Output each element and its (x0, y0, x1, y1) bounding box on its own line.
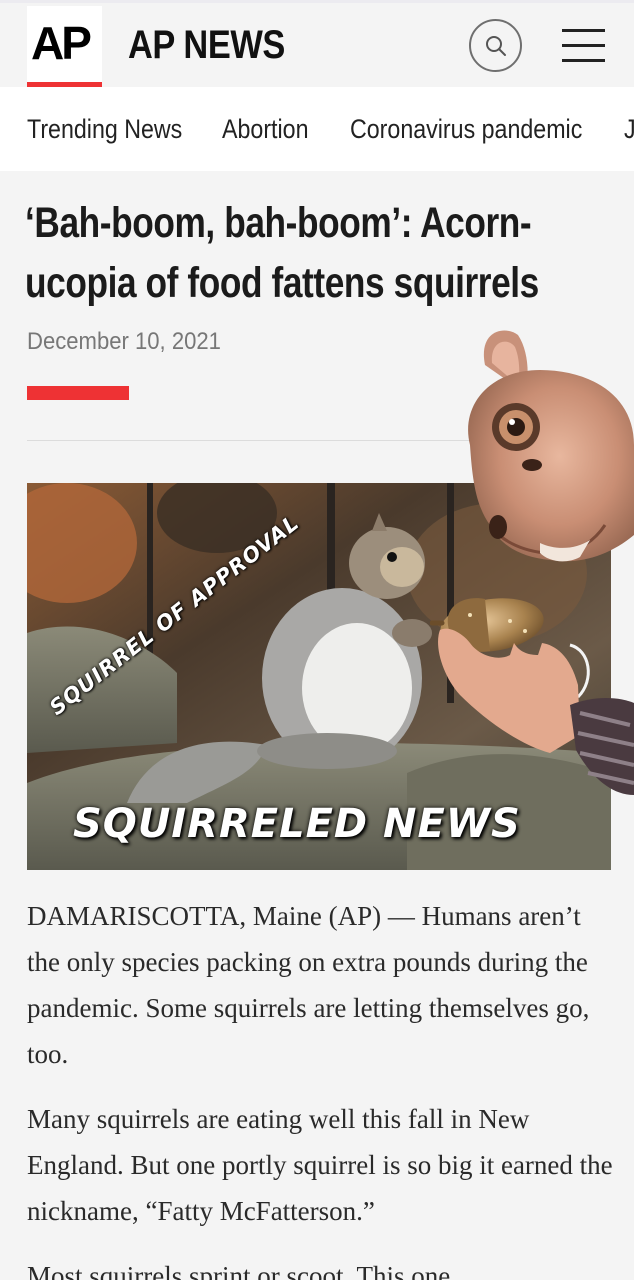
hamburger-menu-icon (562, 29, 605, 32)
nav-item-coronavirus-pandemic[interactable]: Coronavirus pandemic (350, 113, 582, 145)
headline-line-1: ‘Bah-boom, bah-boom’: Acorn- (25, 199, 532, 247)
headline-line-2: ucopia of food fattens squirrels (25, 259, 539, 307)
topic-nav: Trending News Abortion Coronavirus pande… (0, 87, 634, 171)
ap-logo-text: AP (31, 17, 92, 69)
search-icon (486, 36, 506, 56)
photo-caption-bottom: SQUIRRELED NEWS (73, 801, 521, 847)
search-button[interactable] (469, 19, 522, 72)
nav-item-abortion[interactable]: Abortion (222, 113, 308, 145)
hamburger-menu-icon (562, 44, 605, 47)
red-accent-bar (27, 386, 129, 400)
article-paragraph-2: Many squirrels are eating well this fall… (27, 1104, 613, 1226)
hamburger-menu-icon (562, 59, 605, 62)
menu-button[interactable] (562, 29, 605, 63)
site-header: AP AP NEWS (0, 3, 634, 90)
ap-logo[interactable]: AP (27, 6, 102, 90)
squirrel-puppet-sticker (430, 330, 634, 795)
nav-item-truncated[interactable]: J (624, 113, 634, 145)
article-headline: ‘Bah-boom, bah-boom’: Acorn- ucopia of f… (25, 193, 539, 313)
article-paragraph-1: DAMARISCOTTA, Maine (AP) — Humans aren’t… (27, 901, 590, 1069)
article-paragraph-3: Most squirrels sprint or scoot. This one (27, 1261, 451, 1280)
nav-item-trending-news[interactable]: Trending News (27, 113, 182, 145)
article-date: December 10, 2021 (27, 328, 221, 355)
site-brand[interactable]: AP NEWS (128, 23, 285, 67)
